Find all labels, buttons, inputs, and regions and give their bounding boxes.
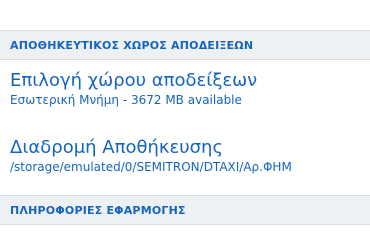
cut-off-preference-summary[interactable] [0,0,370,7]
section-header-app-info: ΠΛΗΡΟΦΟΡΙΕΣ ΕΦΑΡΜΟΓΗΣ [0,195,370,225]
preference-summary: /storage/emulated/0/SEMITRON/DTAXI/Αρ.ΦΗ… [10,160,292,174]
receipts-location-preference[interactable]: Επιλογή χώρου αποδείξεων Εσωτερική Μνήμη… [0,70,370,108]
section-header-receipts-storage: ΑΠΟΘΗΚΕΥΤΙΚΟΣ ΧΩΡΟΣ ΑΠΟΔΕΙΞΕΩΝ [0,30,370,60]
preference-summary: Εσωτερική Μνήμη - 3672 MB available [10,93,242,107]
section-header-label: ΠΛΗΡΟΦΟΡΙΕΣ ΕΦΑΡΜΟΓΗΣ [10,204,186,217]
section-header-label: ΑΠΟΘΗΚΕΥΤΙΚΟΣ ΧΩΡΟΣ ΑΠΟΔΕΙΞΕΩΝ [10,39,254,52]
storage-path-preference[interactable]: Διαδρομή Αποθήκευσης /storage/emulated/0… [0,137,370,175]
preference-title: Επιλογή χώρου αποδείξεων [10,70,258,91]
preference-title: Διαδρομή Αποθήκευσης [10,137,224,158]
